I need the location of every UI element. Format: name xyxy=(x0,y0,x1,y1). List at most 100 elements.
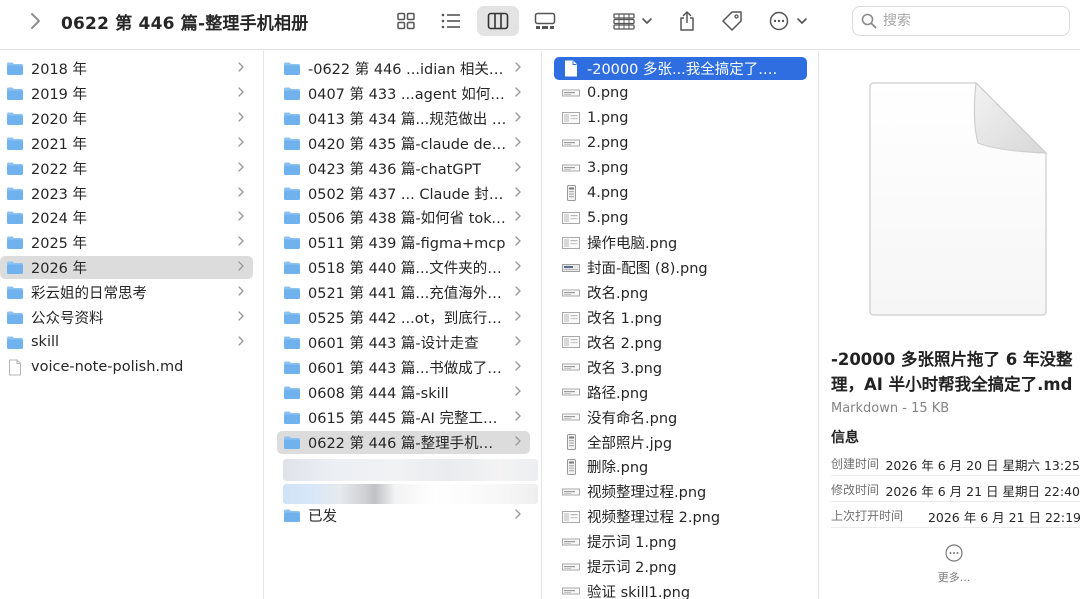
folder-row-column2-3[interactable]: 0420 第 435 篇-claude design xyxy=(277,132,530,155)
folder-icon xyxy=(283,186,301,201)
folder-row-column2-14[interactable]: 0615 第 445 篇-AI 完整工作流 xyxy=(277,406,530,429)
item-label: 视频整理过程 2.png xyxy=(587,510,721,527)
item-label: 路径.png xyxy=(587,385,649,402)
file-row-column3-4[interactable]: 3.png xyxy=(554,157,807,180)
folder-row-column1-8[interactable]: 2026 年 xyxy=(0,256,253,280)
column-1[interactable]: 2018 年 2019 年 2020 年 2021 年 2022 年 2023 年 2024… xyxy=(0,51,264,599)
file-row-column3-20[interactable]: 提示词 2.png xyxy=(554,555,807,578)
file-row-column3-8[interactable]: 封面-配图 (8).png xyxy=(554,256,807,279)
folder-icon xyxy=(6,161,24,176)
file-row-column3-18[interactable]: 视频整理过程 2.png xyxy=(554,505,807,528)
column-view-button[interactable] xyxy=(477,6,519,36)
folder-icon xyxy=(283,260,301,275)
folder-row-column2-15[interactable]: 0622 第 446 篇-整理手机相册 xyxy=(277,430,530,454)
group-menu-button[interactable] xyxy=(612,6,656,36)
item-label: 0.png xyxy=(587,85,629,102)
image-thumbnail-icon xyxy=(562,335,580,350)
folder-row-column1-2[interactable]: 2020 年 xyxy=(0,107,253,130)
item-label: voice-note-polish.md xyxy=(31,359,184,376)
folder-icon xyxy=(283,360,301,375)
column-2[interactable]: -0622 第 446 ...idian 相关文章 0407 第 433 ...a… xyxy=(265,51,542,599)
folder-icon xyxy=(6,186,24,201)
file-row-column3-19[interactable]: 提示词 1.png xyxy=(554,530,807,553)
item-label: 2019 年 xyxy=(31,86,88,103)
file-row-column3-5[interactable]: 4.png xyxy=(554,182,807,205)
file-row-column3-0[interactable]: -20000 多张...我全搞定了.md xyxy=(554,57,807,80)
file-row-column3-3[interactable]: 2.png xyxy=(554,132,807,155)
folder-icon xyxy=(6,285,24,300)
file-row-column3-1[interactable]: 0.png xyxy=(554,82,807,105)
file-row-column3-2[interactable]: 1.png xyxy=(554,107,807,130)
folder-icon xyxy=(6,111,24,126)
info-row-created: 创建时间 2026 年 6 月 20 日 星期六 13:25 xyxy=(831,450,1080,476)
file-row-column3-11[interactable]: 改名 2.png xyxy=(554,331,807,354)
folder-row-column2-12[interactable]: 0601 第 443 篇...书做成了漫剧 xyxy=(277,356,530,379)
folder-row-column1-0[interactable]: 2018 年 xyxy=(0,57,253,80)
file-row-column3-12[interactable]: 改名 3.png xyxy=(554,356,807,379)
folder-icon xyxy=(283,508,301,523)
search-field[interactable] xyxy=(852,6,1070,36)
share-button[interactable] xyxy=(675,6,699,36)
file-row-column3-10[interactable]: 改名 1.png xyxy=(554,306,807,329)
file-row-column3-13[interactable]: 路径.png xyxy=(554,381,807,404)
folder-row-column1-10[interactable]: 公众号资料 xyxy=(0,306,253,329)
file-row-column3-6[interactable]: 5.png xyxy=(554,206,807,229)
folder-row-column1-11[interactable]: skill xyxy=(0,331,253,354)
search-input[interactable] xyxy=(883,13,1053,29)
chevron-right-icon xyxy=(237,309,245,327)
file-row-column3-14[interactable]: 没有命名.png xyxy=(554,406,807,429)
list-icon xyxy=(441,13,460,29)
action-menu-button[interactable] xyxy=(768,6,810,36)
folder-row-column2-2[interactable]: 0413 第 434 篇...规范做出 skills xyxy=(277,107,530,130)
gallery-view-button[interactable] xyxy=(532,6,558,36)
group-icon xyxy=(613,13,652,30)
item-label: 0521 第 441 篇...充值海外账号 xyxy=(308,286,507,303)
icon-view-button[interactable] xyxy=(393,6,419,36)
list-view-button[interactable] xyxy=(437,6,465,36)
back-chevron-icon[interactable] xyxy=(25,9,45,33)
item-label: 改名 2.png xyxy=(587,335,663,352)
chevron-right-icon xyxy=(237,284,245,302)
folder-row-column1-4[interactable]: 2022 年 xyxy=(0,157,253,180)
folder-row-column1-5[interactable]: 2023 年 xyxy=(0,182,253,205)
item-label: 0525 第 442 ...ot，到底行不行? xyxy=(308,311,507,327)
folder-row-column1-9[interactable]: 彩云姐的日常思考 xyxy=(0,281,253,304)
file-row-column3-21[interactable]: 验证 skill1.png xyxy=(554,580,807,599)
folder-row-column2-9[interactable]: 0521 第 441 篇...充值海外账号 xyxy=(277,281,530,304)
folder-icon xyxy=(6,335,24,350)
folder-row-column2-6[interactable]: 0506 第 438 篇-如何省 token? xyxy=(277,206,530,229)
folder-row-column2-11[interactable]: 0601 第 443 篇-设计走查 xyxy=(277,331,530,354)
file-row-column3-9[interactable]: 改名.png xyxy=(554,281,807,304)
folder-row-column2-16[interactable]: 已发 xyxy=(277,504,530,527)
more-button[interactable]: 更多... xyxy=(932,543,976,585)
item-label: 0511 第 439 篇-figma+mcp xyxy=(308,236,506,253)
folder-row-column1-7[interactable]: 2025 年 xyxy=(0,231,253,254)
folder-row-column2-5[interactable]: 0502 第 437 ... Claude 封号这事 xyxy=(277,182,530,205)
folder-row-column2-1[interactable]: 0407 第 433 ...agent 如何协作 xyxy=(277,82,530,105)
image-thumbnail-icon xyxy=(562,310,580,325)
file-row-column1-12[interactable]: voice-note-polish.md xyxy=(0,356,253,379)
folder-row-column2-0[interactable]: -0622 第 446 ...idian 相关文章 xyxy=(277,57,530,80)
file-row-column3-15[interactable]: 全部照片.jpg xyxy=(554,431,807,454)
window-title: 0622 第 446 篇-整理手机相册 xyxy=(61,14,309,34)
column-3[interactable]: -20000 多张...我全搞定了.md 0.png 1.png 2.png 3.png… xyxy=(543,51,819,599)
folder-row-column2-10[interactable]: 0525 第 442 ...ot，到底行不行? xyxy=(277,306,530,329)
folder-row-column1-3[interactable]: 2021 年 xyxy=(0,132,253,155)
folder-row-column2-7[interactable]: 0511 第 439 篇-figma+mcp xyxy=(277,231,530,254)
chevron-right-icon xyxy=(514,160,522,178)
folder-row-column2-8[interactable]: 0518 第 440 篇...文件夹的价值? xyxy=(277,256,530,279)
tag-button[interactable] xyxy=(719,6,745,36)
file-row-column3-16[interactable]: 删除.png xyxy=(554,455,807,478)
folder-row-column1-1[interactable]: 2019 年 xyxy=(0,82,253,105)
folder-icon xyxy=(6,310,24,325)
item-label: 全部照片.jpg xyxy=(587,435,673,452)
grid-icon xyxy=(397,12,415,30)
file-row-column3-7[interactable]: 操作电脑.png xyxy=(554,231,807,254)
chevron-right-icon xyxy=(514,309,522,327)
folder-row-column1-6[interactable]: 2024 年 xyxy=(0,206,253,229)
file-row-column3-17[interactable]: 视频整理过程.png xyxy=(554,480,807,503)
folder-row-column2-13[interactable]: 0608 第 444 篇-skill xyxy=(277,381,530,404)
folder-row-column2-4[interactable]: 0423 第 436 篇-chatGPT xyxy=(277,157,530,180)
item-label: 0506 第 438 篇-如何省 token? xyxy=(308,211,507,228)
chevron-right-icon xyxy=(514,507,522,525)
